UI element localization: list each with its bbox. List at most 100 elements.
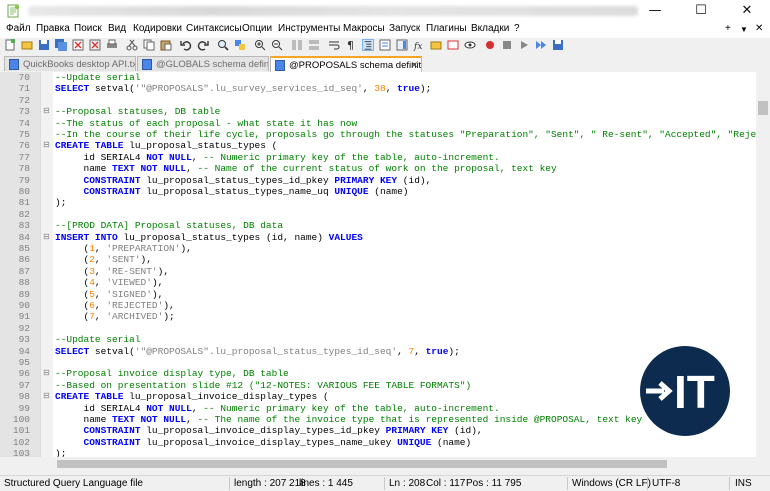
close-all-icon[interactable]: [89, 39, 101, 51]
vertical-scrollbar-thumb[interactable]: [758, 101, 768, 115]
word-wrap-icon[interactable]: [328, 39, 340, 51]
menu-encoding[interactable]: Кодировки: [133, 23, 182, 34]
open-file-icon[interactable]: [21, 39, 33, 51]
code-line[interactable]: 71 SELECT setval('"@PROPOSALS".lu_survey_…: [0, 83, 756, 94]
code-line[interactable]: 91 (7, 'ARCHIVED');: [0, 311, 756, 322]
menu-file[interactable]: Файл: [6, 23, 31, 34]
tab-proposals-schema[interactable]: @PROPOSALS schema definition.sql ✕: [270, 56, 422, 72]
menu-tabs[interactable]: Вкладки: [471, 23, 509, 34]
indent-guide-icon[interactable]: [362, 39, 374, 51]
code-line[interactable]: 80 CONSTRAINT lu_proposal_status_types_n…: [0, 186, 756, 197]
code-line[interactable]: 79 CONSTRAINT lu_proposal_status_types_i…: [0, 175, 756, 186]
code-line[interactable]: 85 (1, 'PREPARATION'),: [0, 243, 756, 254]
close-button[interactable]: ✕: [724, 0, 770, 22]
code-line[interactable]: 74 --The status of each proposal - what s…: [0, 118, 756, 129]
code-line[interactable]: 78 name TEXT NOT NULL, -- Name of the cu…: [0, 163, 756, 174]
code-token: ,: [186, 414, 198, 425]
status-separator: [729, 477, 730, 490]
show-all-characters-icon[interactable]: ¶: [345, 39, 357, 51]
status-insert-mode[interactable]: INS: [735, 478, 752, 489]
monitoring-icon[interactable]: [464, 39, 476, 51]
find-icon[interactable]: [217, 39, 229, 51]
menu-run[interactable]: Запуск: [389, 23, 420, 34]
code-line[interactable]: 90 (6, 'REJECTED'),: [0, 300, 756, 311]
cut-icon[interactable]: [126, 39, 138, 51]
code-line[interactable]: 86 (2, 'SENT'),: [0, 254, 756, 265]
tab-quickbooks-api[interactable]: QuickBooks desktop API.txt: [4, 56, 136, 71]
redo-icon[interactable]: [197, 39, 209, 51]
code-token: 38: [374, 83, 386, 95]
code-token: );: [448, 345, 460, 357]
horizontal-scrollbar-thumb[interactable]: [57, 460, 667, 468]
paste-icon[interactable]: [160, 39, 172, 51]
maximize-button[interactable]: ☐: [678, 0, 724, 22]
line-number: 81: [18, 197, 30, 209]
code-line[interactable]: 75 --In the course of their life cycle, p…: [0, 129, 756, 140]
save-icon[interactable]: [38, 39, 50, 51]
playback-macro-icon[interactable]: [518, 39, 530, 51]
replace-icon[interactable]: [234, 39, 246, 51]
menu-view[interactable]: Вид: [108, 23, 126, 34]
code-line[interactable]: 83 --[PROD DATA] Proposal statuses, DB da…: [0, 220, 756, 231]
code-line[interactable]: 73 ⊟ --Proposal statuses, DB table: [0, 106, 756, 117]
zoom-in-icon[interactable]: [254, 39, 266, 51]
copy-icon[interactable]: [143, 39, 155, 51]
document-map-icon[interactable]: [396, 39, 408, 51]
menu-edit[interactable]: Правка: [36, 23, 70, 34]
code-line[interactable]: 72: [0, 95, 756, 106]
code-token: '"@PROPOSALS".lu_survey_services_id_seq': [134, 83, 363, 95]
close-document-button[interactable]: ✕: [755, 23, 763, 34]
code-line[interactable]: 93 --Update serial: [0, 334, 756, 345]
tab-list-dropdown[interactable]: ▼: [740, 25, 748, 34]
new-file-icon[interactable]: [4, 39, 16, 51]
code-text: --Update serial: [55, 334, 141, 345]
save-all-icon[interactable]: [55, 39, 67, 51]
code-line[interactable]: 87 (3, 'RE-SENT'),: [0, 266, 756, 277]
tab-close-icon[interactable]: ✕: [410, 58, 418, 72]
menu-plugins[interactable]: Плагины: [426, 23, 467, 34]
fold-toggle-icon[interactable]: ⊟: [43, 140, 50, 151]
vertical-scrollbar[interactable]: [756, 72, 770, 457]
print-icon[interactable]: [106, 39, 118, 51]
panel-icon[interactable]: [447, 39, 459, 51]
menu-macros[interactable]: Макросы: [343, 23, 385, 34]
code-line[interactable]: 84 ⊟ INSERT INTO lu_proposal_status_types …: [0, 232, 756, 243]
menu-options[interactable]: Опции: [242, 23, 272, 34]
menu-search[interactable]: Поиск: [74, 23, 102, 34]
code-token: );: [55, 448, 67, 457]
code-line[interactable]: 103);: [0, 448, 756, 457]
code-line[interactable]: 77 id SERIAL4 NOT NULL, -- Numeric prima…: [0, 152, 756, 163]
close-file-icon[interactable]: [72, 39, 84, 51]
fold-toggle-icon[interactable]: ⊟: [43, 106, 50, 117]
tab-globals-schema[interactable]: @GLOBALS schema definition.sql: [137, 56, 269, 71]
code-line[interactable]: 70 --Update serial: [0, 72, 756, 83]
sync-horizontal-icon[interactable]: [308, 39, 320, 51]
code-line[interactable]: 88 (4, 'VIEWED'),: [0, 277, 756, 288]
function-list-icon[interactable]: fx: [413, 39, 425, 51]
menu-help[interactable]: ?: [514, 23, 520, 34]
fold-toggle-icon[interactable]: ⊟: [43, 391, 50, 402]
undo-icon[interactable]: [180, 39, 192, 51]
code-line[interactable]: 81);: [0, 197, 756, 208]
stop-recording-icon[interactable]: [501, 39, 513, 51]
minimize-button[interactable]: —: [632, 0, 678, 22]
fold-toggle-icon[interactable]: ⊟: [43, 232, 50, 243]
sync-vertical-icon[interactable]: [291, 39, 303, 51]
code-line[interactable]: 89 (5, 'SIGNED'),: [0, 289, 756, 300]
run-macro-multiple-icon[interactable]: [535, 39, 547, 51]
folder-as-workspace-icon[interactable]: [430, 39, 442, 51]
new-tab-button[interactable]: +: [725, 23, 731, 34]
code-line[interactable]: 92: [0, 323, 756, 334]
record-macro-icon[interactable]: [484, 39, 496, 51]
code-line[interactable]: 76 ⊟ CREATE TABLE lu_proposal_status_types…: [0, 140, 756, 151]
user-defined-language-icon[interactable]: [379, 39, 391, 51]
menu-syntax[interactable]: Синтаксисы: [186, 23, 242, 34]
status-eol-format[interactable]: Windows (CR LF): [572, 478, 651, 489]
code-line[interactable]: 102 CONSTRAINT lu_proposal_invoice_displ…: [0, 437, 756, 448]
zoom-out-icon[interactable]: [271, 39, 283, 51]
menu-tools[interactable]: Инструменты: [278, 23, 340, 34]
code-line[interactable]: 82: [0, 209, 756, 220]
save-macro-icon[interactable]: [552, 39, 564, 51]
status-encoding[interactable]: UTF-8: [652, 478, 680, 489]
fold-toggle-icon[interactable]: ⊟: [43, 368, 50, 379]
